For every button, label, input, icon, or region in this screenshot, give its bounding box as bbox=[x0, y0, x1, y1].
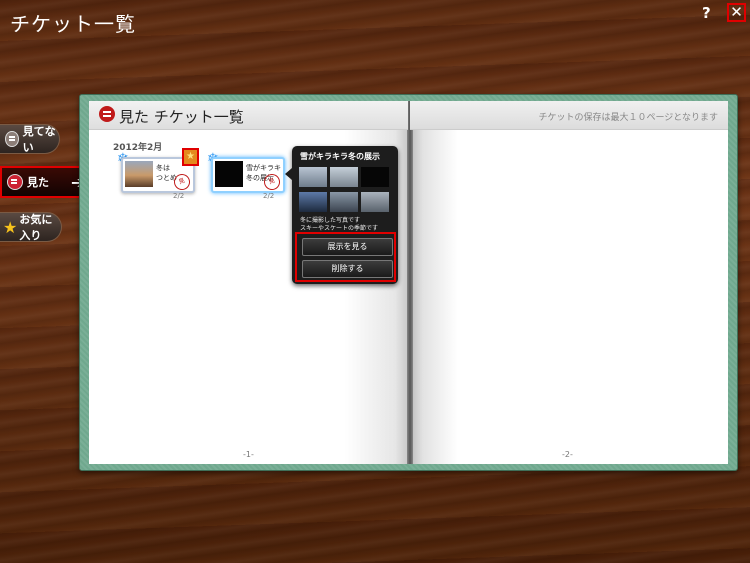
ticket-book: 見た チケット一覧 チケットの保存は最大１０ページとなります 2012年2月 ❄… bbox=[79, 94, 738, 471]
ticket-popup: 雪がキラキラ冬の展示 冬に撮影した写真です スキーやスケートの季節です 展示を見る… bbox=[285, 146, 398, 284]
left-page-header: 見た チケット一覧 bbox=[89, 101, 408, 130]
ticket-card-selected[interactable]: 雪がキラキラ冬の展示 見 bbox=[211, 157, 285, 193]
favorite-star-icon[interactable]: ★ bbox=[182, 148, 199, 166]
right-page bbox=[410, 101, 728, 464]
popup-photo bbox=[330, 192, 358, 212]
popup-photo bbox=[361, 192, 389, 212]
page-number-right: -2- bbox=[562, 450, 573, 459]
tab-unseen[interactable]: 見てない bbox=[0, 124, 60, 154]
tab-seen-label: 見た bbox=[27, 176, 49, 189]
tab-unseen-label: 見てない bbox=[22, 125, 56, 154]
ticket-icon bbox=[5, 131, 19, 147]
book-spine bbox=[407, 101, 413, 464]
star-icon: ★ bbox=[3, 217, 18, 237]
ticket-photo bbox=[215, 161, 243, 187]
tab-favorites[interactable]: ★ お気に入り bbox=[0, 212, 62, 242]
popup-actions: 展示を見る 削除する bbox=[295, 232, 396, 282]
ticket-icon bbox=[99, 106, 115, 122]
app-title: チケット一覧 bbox=[10, 12, 136, 36]
help-button[interactable]: ? bbox=[702, 4, 711, 22]
popup-description: 冬に撮影した写真です スキーやスケートの季節です bbox=[300, 217, 379, 232]
page-title: 見た チケット一覧 bbox=[119, 108, 244, 126]
close-button[interactable]: ✕ bbox=[727, 3, 746, 22]
tab-favorites-label: お気に入り bbox=[19, 213, 53, 242]
delete-button[interactable]: 削除する bbox=[302, 260, 393, 278]
popup-photo bbox=[299, 192, 327, 212]
right-page-header: チケットの保存は最大１０ページとなります bbox=[410, 101, 728, 130]
popup-photo bbox=[330, 167, 358, 187]
popup-photo bbox=[299, 167, 327, 187]
popup-title: 雪がキラキラ冬の展示 bbox=[300, 152, 380, 161]
ticket-icon bbox=[7, 174, 23, 190]
ticket-count: 2/2 bbox=[263, 192, 275, 200]
popup-photo bbox=[361, 167, 389, 187]
ticket-count: 2/2 bbox=[173, 192, 185, 200]
view-exhibit-button[interactable]: 展示を見る bbox=[302, 238, 393, 256]
page-number-left: -1- bbox=[243, 450, 254, 459]
ticket-photo bbox=[125, 161, 153, 187]
storage-notice: チケットの保存は最大１０ページとなります bbox=[538, 113, 718, 123]
